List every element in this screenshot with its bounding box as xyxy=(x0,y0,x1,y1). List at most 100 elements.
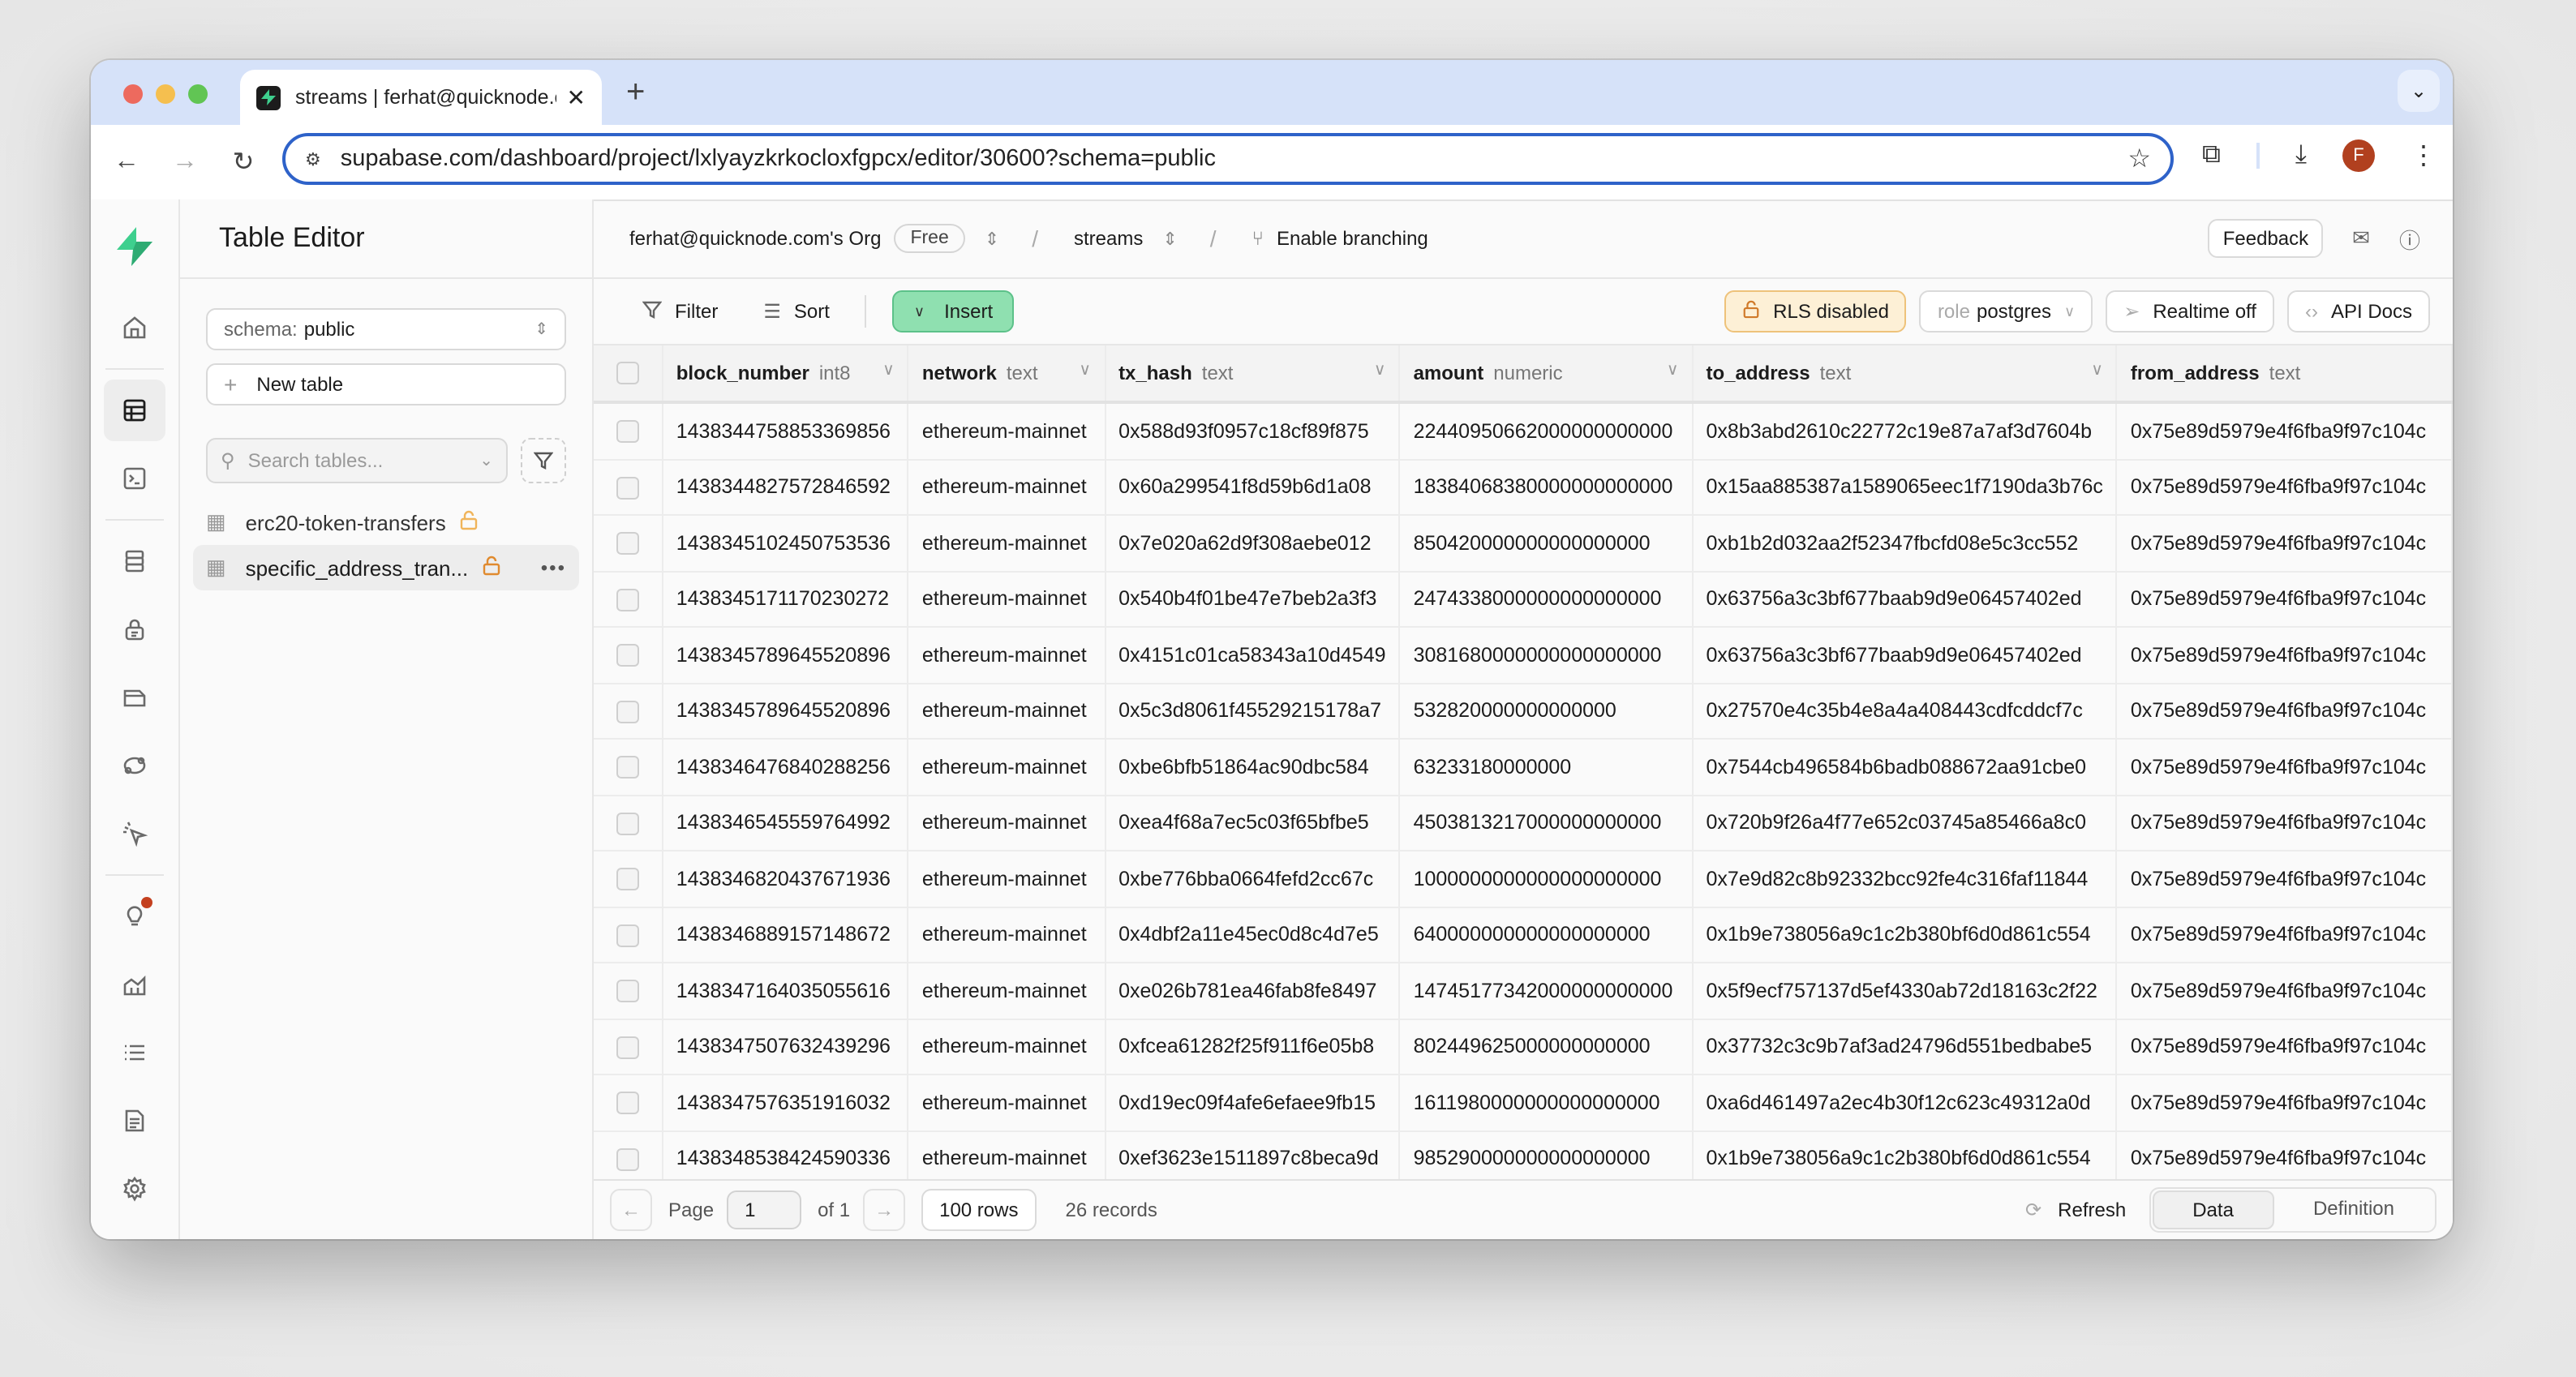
rls-disabled-button[interactable]: RLS disabled xyxy=(1724,290,1907,332)
cell-block-number[interactable]: 1438346476840288256 xyxy=(662,739,909,796)
help-icon[interactable]: ⓘ xyxy=(2399,223,2420,254)
cell-block-number[interactable]: 1438347507632439296 xyxy=(662,1019,909,1075)
back-arrow-icon[interactable]: ← xyxy=(97,148,156,177)
table-row[interactable]: 1438346889157148672 ethereum-mainnet 0x4db… xyxy=(594,907,2453,963)
definition-view-tab[interactable]: Definition xyxy=(2274,1190,2433,1229)
cell-network[interactable]: ethereum-mainnet xyxy=(908,571,1106,628)
cell-to-address[interactable]: 0x63756a3c3bf677baab9d9e06457402ed xyxy=(1692,627,2118,684)
cell-amount[interactable]: 14745177342000000000000 xyxy=(1399,963,1694,1019)
cell-tx-hash[interactable]: 0xd19ec09f4afe6efaee9fb15 xyxy=(1105,1075,1401,1131)
api-docs-button[interactable]: ‹› API Docs xyxy=(2286,290,2430,332)
rail-realtime-cursor-icon[interactable] xyxy=(104,803,165,864)
org-switcher-icon[interactable]: ⇕ xyxy=(985,228,999,249)
select-all-checkbox[interactable] xyxy=(616,362,639,385)
table-row[interactable]: 1438345789645520896 ethereum-mainnet 0x415… xyxy=(594,627,2453,684)
rail-api-docs-icon[interactable] xyxy=(104,1090,165,1152)
column-header[interactable]: block_number int8 ∨ xyxy=(662,345,909,404)
cell-amount[interactable]: 850420000000000000000 xyxy=(1399,515,1694,572)
cell-from-address[interactable]: 0x75e89d5979e4f6fba9f97c104c xyxy=(2116,683,2453,740)
cell-to-address[interactable]: 0x1b9e738056a9c1c2b380bf6d0d861c554 xyxy=(1692,1130,2118,1179)
row-checkbox[interactable] xyxy=(616,476,639,500)
row-checkbox[interactable] xyxy=(616,420,639,444)
cell-from-address[interactable]: 0x75e89d5979e4f6fba9f97c104c xyxy=(2116,1019,2453,1075)
row-checkbox[interactable] xyxy=(616,700,639,723)
row-checkbox[interactable] xyxy=(616,980,639,1003)
cell-block-number[interactable]: 1438345171170230272 xyxy=(662,571,909,628)
table-row[interactable]: 1438346545559764992 ethereum-mainnet 0xea4… xyxy=(594,795,2453,852)
table-row[interactable]: 1438345789645520896 ethereum-mainnet 0x5c3… xyxy=(594,683,2453,740)
cell-from-address[interactable]: 0x75e89d5979e4f6fba9f97c104c xyxy=(2116,459,2453,516)
next-page-button[interactable]: → xyxy=(863,1189,906,1231)
cell-amount[interactable]: 1000000000000000000000 xyxy=(1399,851,1694,907)
column-header[interactable]: network text ∨ xyxy=(908,345,1106,404)
table-row[interactable]: 1438346820437671936 ethereum-mainnet 0xbe7… xyxy=(594,851,2453,907)
cell-from-address[interactable]: 0x75e89d5979e4f6fba9f97c104c xyxy=(2116,1075,2453,1131)
cell-block-number[interactable]: 1438347576351916032 xyxy=(662,1075,909,1131)
column-header[interactable]: amount numeric ∨ xyxy=(1399,345,1694,404)
reload-icon[interactable]: ↻ xyxy=(214,146,273,178)
project-switcher-icon[interactable]: ⇕ xyxy=(1162,228,1177,249)
cell-tx-hash[interactable]: 0xbe6bfb51864ac90dbc584 xyxy=(1105,739,1401,796)
table-row[interactable]: 1438344758853369856 ethereum-mainnet 0x588… xyxy=(594,402,2453,460)
cell-from-address[interactable]: 0x75e89d5979e4f6fba9f97c104c xyxy=(2116,795,2453,852)
cell-tx-hash[interactable]: 0x4dbf2a11e45ec0d8c4d7e5 xyxy=(1105,907,1401,963)
cell-tx-hash[interactable]: 0x4151c01ca58343a10d4549 xyxy=(1105,627,1401,684)
cell-to-address[interactable]: 0x27570e4c35b4e8a4a408443cdfcddcf7c xyxy=(1692,683,2118,740)
rail-table-editor-icon[interactable] xyxy=(104,380,165,441)
rail-home-icon[interactable] xyxy=(104,297,165,358)
rail-settings-gear-icon[interactable] xyxy=(104,1158,165,1220)
cell-network[interactable]: ethereum-mainnet xyxy=(908,402,1106,460)
cell-network[interactable]: ethereum-mainnet xyxy=(908,459,1106,516)
rail-auth-lock-icon[interactable] xyxy=(104,598,165,660)
cell-to-address[interactable]: 0x37732c3c9b7af3ad24796d551bedbabe5 xyxy=(1692,1019,2118,1075)
rail-reports-chart-icon[interactable] xyxy=(104,954,165,1015)
column-header[interactable]: to_address text ∨ xyxy=(1692,345,2118,404)
cell-block-number[interactable]: 1438345102450753536 xyxy=(662,515,909,572)
sort-button[interactable]: ☰ Sort xyxy=(763,300,830,323)
cell-to-address[interactable]: 0x7544cb496584b6badb088672aa91cbe0 xyxy=(1692,739,2118,796)
rail-advisors-bulb-icon[interactable] xyxy=(104,886,165,947)
cell-tx-hash[interactable]: 0xbe776bba0664fefd2cc67c xyxy=(1105,851,1401,907)
cell-network[interactable]: ethereum-mainnet xyxy=(908,739,1106,796)
org-breadcrumb[interactable]: ferhat@quicknode.com's Org xyxy=(629,227,881,250)
rail-edge-functions-icon[interactable] xyxy=(104,735,165,796)
cell-amount[interactable]: 22440950662000000000000 xyxy=(1399,402,1694,460)
cell-to-address[interactable]: 0x5f9ecf757137d5ef4330ab72d18163c2f22 xyxy=(1692,963,2118,1019)
feedback-button[interactable]: Feedback xyxy=(2208,219,2324,258)
project-breadcrumb[interactable]: streams xyxy=(1074,227,1143,250)
column-menu-chevron-icon[interactable]: ∨ xyxy=(1079,362,1091,380)
table-list-item[interactable]: ▦ erc20-token-transfers xyxy=(193,500,579,545)
extensions-puzzle-icon[interactable]: ⧉ xyxy=(2202,141,2221,170)
row-checkbox[interactable] xyxy=(616,644,639,667)
new-tab-button[interactable]: + xyxy=(626,75,645,112)
cell-network[interactable]: ethereum-mainnet xyxy=(908,627,1106,684)
cell-to-address[interactable]: 0x15aa885387a1589065eec1f7190da3b76c xyxy=(1692,459,2118,516)
table-row[interactable]: 1438347576351916032 ethereum-mainnet 0xd19… xyxy=(594,1075,2453,1131)
site-settings-icon[interactable]: ⚙ xyxy=(305,148,321,169)
cell-tx-hash[interactable]: 0x5c3d8061f45529215178a7 xyxy=(1105,683,1401,740)
address-bar[interactable]: ⚙ supabase.com/dashboard/project/lxlyayz… xyxy=(282,133,2174,185)
cell-tx-hash[interactable]: 0xef3623e1511897c8beca9d xyxy=(1105,1130,1401,1179)
cell-amount[interactable]: 3081680000000000000000 xyxy=(1399,627,1694,684)
cell-from-address[interactable]: 0x75e89d5979e4f6fba9f97c104c xyxy=(2116,851,2453,907)
table-list-item-active[interactable]: ▦ specific_address_tran... ••• xyxy=(193,545,579,590)
inbox-icon[interactable]: ✉ xyxy=(2352,225,2370,251)
bookmark-star-icon[interactable]: ☆ xyxy=(2127,143,2151,175)
schema-select[interactable]: schema: public ⇕ xyxy=(206,308,566,350)
cell-amount[interactable]: 985290000000000000000 xyxy=(1399,1130,1694,1179)
cell-network[interactable]: ethereum-mainnet xyxy=(908,963,1106,1019)
column-header[interactable]: from_address text xyxy=(2116,345,2453,404)
row-checkbox[interactable] xyxy=(616,868,639,891)
cell-from-address[interactable]: 0x75e89d5979e4f6fba9f97c104c xyxy=(2116,963,2453,1019)
enable-branching-button[interactable]: Enable branching xyxy=(1277,227,1428,250)
filter-button[interactable]: Filter xyxy=(642,299,718,324)
cell-from-address[interactable]: 0x75e89d5979e4f6fba9f97c104c xyxy=(2116,571,2453,628)
role-select[interactable]: role postgres ∨ xyxy=(1919,290,2093,332)
cell-block-number[interactable]: 1438346889157148672 xyxy=(662,907,909,963)
column-menu-chevron-icon[interactable]: ∨ xyxy=(882,362,895,380)
minimize-window-button[interactable] xyxy=(156,84,175,104)
cell-to-address[interactable]: 0x63756a3c3bf677baab9d9e06457402ed xyxy=(1692,571,2118,628)
close-tab-icon[interactable]: ✕ xyxy=(567,84,586,111)
table-row[interactable]: 1438348538424590336 ethereum-mainnet 0xef3… xyxy=(594,1130,2453,1179)
tab-search-chevron-icon[interactable]: ⌄ xyxy=(2398,70,2440,112)
